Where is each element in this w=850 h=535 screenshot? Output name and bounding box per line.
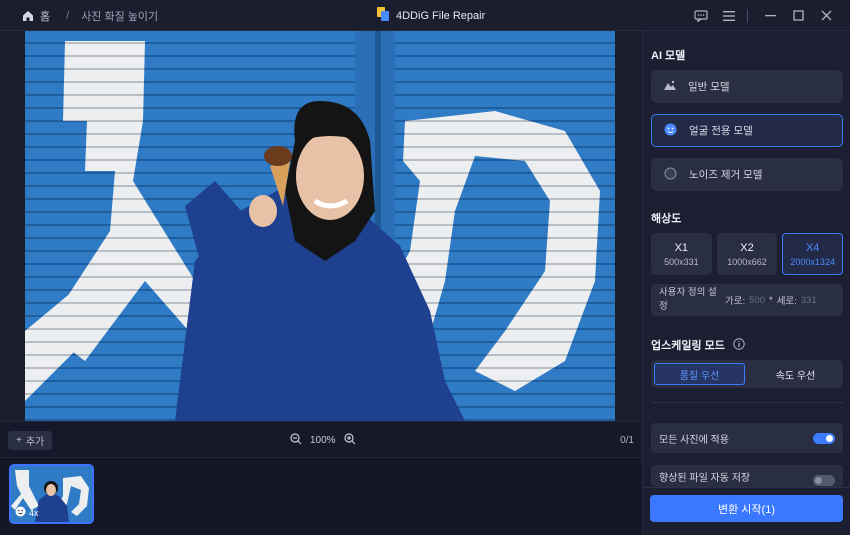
resolution-options: X1 500x331 X2 1000x662 X4 2000x1324 [651,233,844,275]
breadcrumb-home[interactable]: 홈 [40,8,50,24]
model-general[interactable]: 일반 모델 [651,70,843,103]
feedback-icon[interactable] [689,4,713,28]
custom-size-setting: 사용자 정의 설정 가로: 500 * 세로: 331 [651,284,843,316]
window-controls [685,0,838,31]
resolution-x2-size: 1000x662 [727,256,767,267]
model-face-label: 얼굴 전용 모델 [689,125,753,137]
resolution-x1-size: 500x331 [664,256,699,267]
resolution-x4[interactable]: X4 2000x1324 [782,233,844,275]
mode-speed[interactable]: 속도 우선 [751,363,840,385]
zoom-controls: 100% [290,422,356,459]
app-title: 4DDiG File Repair [376,0,485,31]
circle-icon [664,167,677,183]
resolution-title: 해상도 [651,213,682,225]
face-icon [664,123,677,139]
info-icon[interactable] [733,337,745,353]
panel-divider [651,402,843,403]
apply-all-toggle[interactable] [813,433,835,444]
resolution-x1-scale: X1 [674,241,689,254]
controls-divider [747,8,748,23]
breadcrumb-current: 사진 화질 높이기 [81,10,159,23]
resolution-x4-size: 2000x1324 [790,256,835,267]
breadcrumb-separator: / [66,9,70,22]
auto-save-toggle[interactable] [813,475,835,486]
height-label: 세로: [776,296,797,307]
image-preview-area [0,31,642,421]
height-input[interactable]: 331 [801,295,817,306]
thumbnail-scale: 4x [29,507,39,518]
settings-panel: AI 모델 일반 모델 얼굴 전용 모델 노이즈 제거 모델 해상도 X1 50… [642,31,850,535]
preview-photo [25,31,615,421]
apply-all-label: 모든 사진에 적용 [659,434,729,446]
apply-all-row: 모든 사진에 적용 [651,423,843,453]
zoom-in-icon[interactable] [343,433,356,448]
app-window: 홈 / 사진 화질 높이기 4DDiG File Repair + 추가 100… [0,0,850,535]
upscale-mode-toggle: 품질 우선 속도 우선 [651,360,843,388]
width-label: 가로: [725,296,746,307]
plus-icon: + [16,435,22,446]
upscale-mode-title: 업스케일링 모드 [651,340,725,352]
add-button[interactable]: + 추가 [8,431,53,450]
title-bar: 홈 / 사진 화질 높이기 4DDiG File Repair [0,0,850,31]
menu-icon[interactable] [717,4,741,28]
start-area: 변환 시작(1) [643,487,850,535]
app-logo-icon [376,6,390,25]
zoom-out-icon[interactable] [290,433,302,448]
close-icon[interactable] [814,4,838,28]
custom-size-values: 가로: 500 * 세로: 331 [725,293,817,308]
model-general-label: 일반 모델 [688,81,730,93]
home-icon[interactable] [22,10,34,22]
face-icon [15,506,26,519]
model-face[interactable]: 얼굴 전용 모델 [651,114,843,147]
minimize-icon[interactable] [758,4,782,28]
app-title-text: 4DDiG File Repair [396,9,486,22]
times-sign: * [768,294,773,306]
width-input[interactable]: 500 [749,295,765,306]
image-counter: 0/1 [620,435,634,446]
start-conversion-button[interactable]: 변환 시작(1) [650,495,843,522]
auto-save-row: 향상된 파일 자동 저장 [651,465,843,487]
add-button-label: 추가 [25,437,45,448]
thumbnail-strip: 4x [0,458,642,535]
mode-quality[interactable]: 품질 우선 [654,363,745,385]
custom-size-label: 사용자 정의 설정 [659,287,717,312]
zoom-level: 100% [310,435,336,446]
model-denoise-label: 노이즈 제거 모델 [689,169,763,181]
resolution-x2[interactable]: X2 1000x662 [716,233,778,275]
mountain-icon [664,80,676,93]
ai-model-title: AI 모델 [651,50,686,62]
resolution-x1[interactable]: X1 500x331 [651,233,712,275]
auto-save-label: 향상된 파일 자동 저장 [659,472,751,484]
resolution-x4-scale: X4 [805,241,820,254]
preview-control-bar: + 추가 100% 0/1 [0,421,642,458]
resolution-x2-scale: X2 [740,241,754,254]
breadcrumb: 홈 / 사진 화질 높이기 [22,0,158,31]
thumbnail-item[interactable]: 4x [9,464,94,524]
thumbnail-badge: 4x [15,506,39,519]
maximize-icon[interactable] [786,4,810,28]
model-denoise[interactable]: 노이즈 제거 모델 [651,158,843,191]
upscale-mode-header: 업스케일링 모드 [651,337,745,353]
